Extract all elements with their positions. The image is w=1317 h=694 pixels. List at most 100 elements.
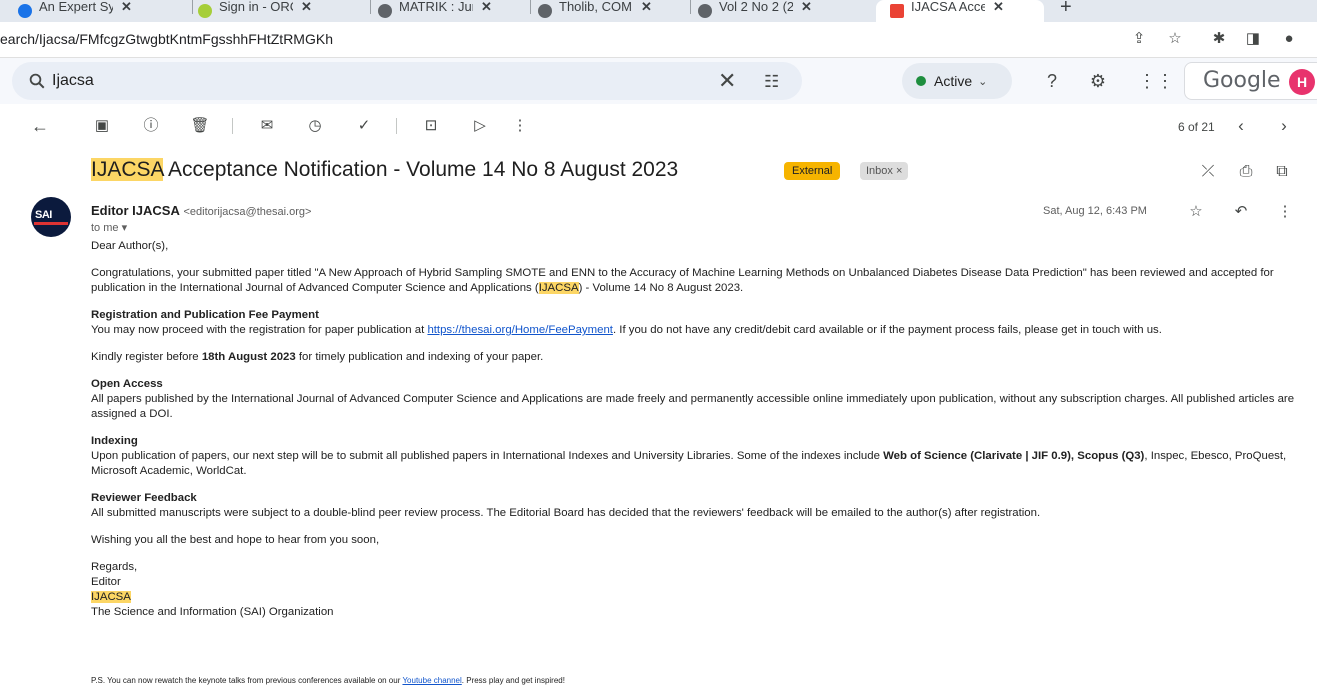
profile-icon[interactable]: ●: [1280, 30, 1298, 48]
side-panel-icon[interactable]: ◨: [1244, 30, 1262, 48]
browser-tab[interactable]: An Expert System ✕: [18, 0, 188, 22]
sender-avatar[interactable]: SAI: [31, 197, 71, 237]
expand-collapse-icon[interactable]: ⤫: [1198, 162, 1218, 182]
close-tab-icon[interactable]: ✕: [993, 0, 1004, 15]
tab-divider: [530, 0, 531, 14]
snooze-clock-icon[interactable]: ◷: [305, 116, 325, 136]
recipient-chevron-icon[interactable]: ▾: [122, 222, 128, 234]
inbox-label-badge[interactable]: Inbox ×: [860, 162, 909, 180]
deadline-date: 18th August 2023: [201, 351, 296, 363]
close-tab-icon[interactable]: ✕: [641, 0, 652, 15]
youtube-link[interactable]: Youtube channel: [402, 676, 461, 685]
orcid-favicon-icon: [198, 4, 212, 18]
settings-gear-icon[interactable]: ⚙: [1086, 69, 1110, 93]
search-options-icon[interactable]: ☷: [764, 72, 779, 92]
add-task-icon[interactable]: ✓: [354, 116, 374, 136]
new-tab-label: +: [1060, 0, 1072, 18]
postscript-text-end: . Press play and get inspired!: [461, 676, 565, 685]
gmail-header: Ijacsa ✕ ☷ Active ⌄ ? ⚙ ⋮⋮ Google H: [0, 58, 1317, 104]
deadline-text: Kindly register before: [91, 351, 202, 363]
report-spam-icon[interactable]: ⓘ: [141, 116, 161, 136]
signature: Regards, Editor IJACSA The Science and I…: [91, 560, 1317, 620]
new-tab-button[interactable]: +: [1060, 0, 1084, 22]
tab-title: An Expert System: [39, 0, 113, 14]
sender-logo: SAI: [35, 209, 52, 221]
browser-tab[interactable]: Vol 2 No 2 (2023) ✕: [698, 0, 868, 22]
indexing-paragraph: Indexing Upon publication of papers, our …: [91, 434, 1317, 479]
status-dot-icon: [916, 76, 926, 86]
indexing-bold: Web of Science (Clarivate | JIF 0.9), Sc…: [883, 450, 1145, 462]
newer-chevron-icon[interactable]: ‹: [1231, 116, 1251, 136]
browser-tab-active[interactable]: IJACSA Acceptanc ✕: [876, 0, 1044, 22]
help-icon[interactable]: ?: [1040, 69, 1064, 93]
signature-regards: Regards,: [91, 561, 138, 573]
url-text[interactable]: earch/Ijacsa/FMfcgzGtwgbtKntmFgsshhFHtZt…: [0, 31, 333, 47]
sender-email: <editorijacsa@thesai.org>: [183, 206, 312, 218]
greeting: Dear Author(s),: [91, 240, 169, 252]
message-more-icon[interactable]: ⋮: [1276, 203, 1294, 221]
back-arrow-icon[interactable]: ←: [30, 116, 50, 136]
tab-title: Vol 2 No 2 (2023): [719, 0, 793, 14]
postscript: P.S. You can now rewatch the keynote tal…: [91, 676, 565, 685]
indexing-text: Upon publication of papers, our next ste…: [91, 450, 884, 462]
browser-tab-bar: An Expert System ✕ Sign in - ORCID ✕ MAT…: [0, 0, 1317, 22]
account-avatar[interactable]: H: [1289, 69, 1315, 95]
subject-text: Acceptance Notification - Volume 14 No 8…: [163, 158, 679, 181]
sender-name[interactable]: Editor IJACSA: [91, 203, 180, 218]
open-new-window-icon[interactable]: ⧉: [1272, 162, 1292, 182]
toolbar-divider: [396, 118, 397, 134]
archive-icon[interactable]: ▣: [92, 116, 112, 136]
recipient-line[interactable]: to me ▾: [91, 221, 127, 234]
subject-highlight: IJACSA: [91, 158, 164, 181]
google-account-box[interactable]: Google H: [1184, 62, 1317, 100]
mark-unread-icon[interactable]: ✉: [257, 116, 277, 136]
message-toolbar: ← ▣ ⓘ 🗑 ✉ ◷ ✓ ⊡ ▷ ⋮ 6 of 21 ‹ ›: [0, 104, 1317, 148]
close-tab-icon[interactable]: ✕: [301, 0, 312, 15]
gmail-favicon-icon: [890, 4, 904, 18]
label-tag-icon[interactable]: ▷: [470, 116, 490, 136]
close-tab-icon[interactable]: ✕: [801, 0, 812, 15]
clear-search-icon[interactable]: ✕: [718, 68, 736, 94]
fee-payment-link[interactable]: https://thesai.org/Home/FeePayment: [427, 324, 613, 336]
reply-icon[interactable]: ↶: [1232, 203, 1250, 221]
acceptance-paragraph: Congratulations, your submitted paper ti…: [91, 266, 1317, 296]
star-icon[interactable]: ☆: [1187, 203, 1205, 221]
extensions-puzzle-icon[interactable]: ✱: [1210, 30, 1228, 48]
move-to-icon[interactable]: ⊡: [421, 116, 441, 136]
tab-divider: [192, 0, 193, 14]
postscript-text: P.S. You can now rewatch the keynote tal…: [91, 676, 403, 685]
signature-journal: IJACSA: [91, 591, 131, 603]
reviewer-text: All submitted manuscripts were subject t…: [91, 507, 1041, 519]
deadline-paragraph: Kindly register before 18th August 2023 …: [91, 350, 1317, 365]
browser-tab[interactable]: Tholib, COMPARI ✕: [538, 0, 686, 22]
reviewer-paragraph: Reviewer Feedback All submitted manuscrip…: [91, 491, 1317, 521]
tab-title: MATRIK : Jurnal M: [399, 0, 473, 14]
search-bar[interactable]: Ijacsa ✕ ☷: [12, 62, 802, 100]
chevron-down-icon: ⌄: [978, 75, 988, 88]
sender-line: Editor IJACSA <editorijacsa@thesai.org>: [91, 203, 311, 218]
apps-grid-icon[interactable]: ⋮⋮: [1138, 69, 1174, 93]
print-icon[interactable]: ⎙: [1236, 162, 1256, 182]
status-label: Active: [934, 73, 973, 89]
close-tab-icon[interactable]: ✕: [121, 0, 132, 15]
browser-tab[interactable]: MATRIK : Jurnal M ✕: [378, 0, 526, 22]
external-label-badge: External: [784, 162, 841, 180]
status-dropdown[interactable]: Active ⌄: [902, 63, 1012, 99]
bookmark-star-icon[interactable]: ☆: [1166, 30, 1184, 48]
deadline-text-end: for timely publication and indexing of y…: [295, 351, 544, 363]
registration-text: You may now proceed with the registratio…: [91, 324, 428, 336]
tab-title: IJACSA Acceptanc: [911, 0, 985, 14]
search-input[interactable]: Ijacsa: [52, 72, 94, 90]
email-date: Sat, Aug 12, 6:43 PM: [1043, 205, 1147, 217]
search-icon[interactable]: [28, 72, 46, 90]
delete-trash-icon[interactable]: 🗑: [190, 116, 210, 136]
open-access-text: All papers published by the Internationa…: [91, 393, 1295, 420]
recipient-label: to me: [91, 222, 119, 234]
more-options-icon[interactable]: ⋮: [510, 116, 530, 136]
browser-tab[interactable]: Sign in - ORCID ✕: [198, 0, 366, 22]
google-logo: Google: [1203, 68, 1281, 93]
share-icon[interactable]: ⇪: [1130, 30, 1148, 48]
close-tab-icon[interactable]: ✕: [481, 0, 492, 15]
reviewer-heading: Reviewer Feedback: [91, 492, 197, 504]
older-chevron-icon[interactable]: ›: [1274, 116, 1294, 136]
